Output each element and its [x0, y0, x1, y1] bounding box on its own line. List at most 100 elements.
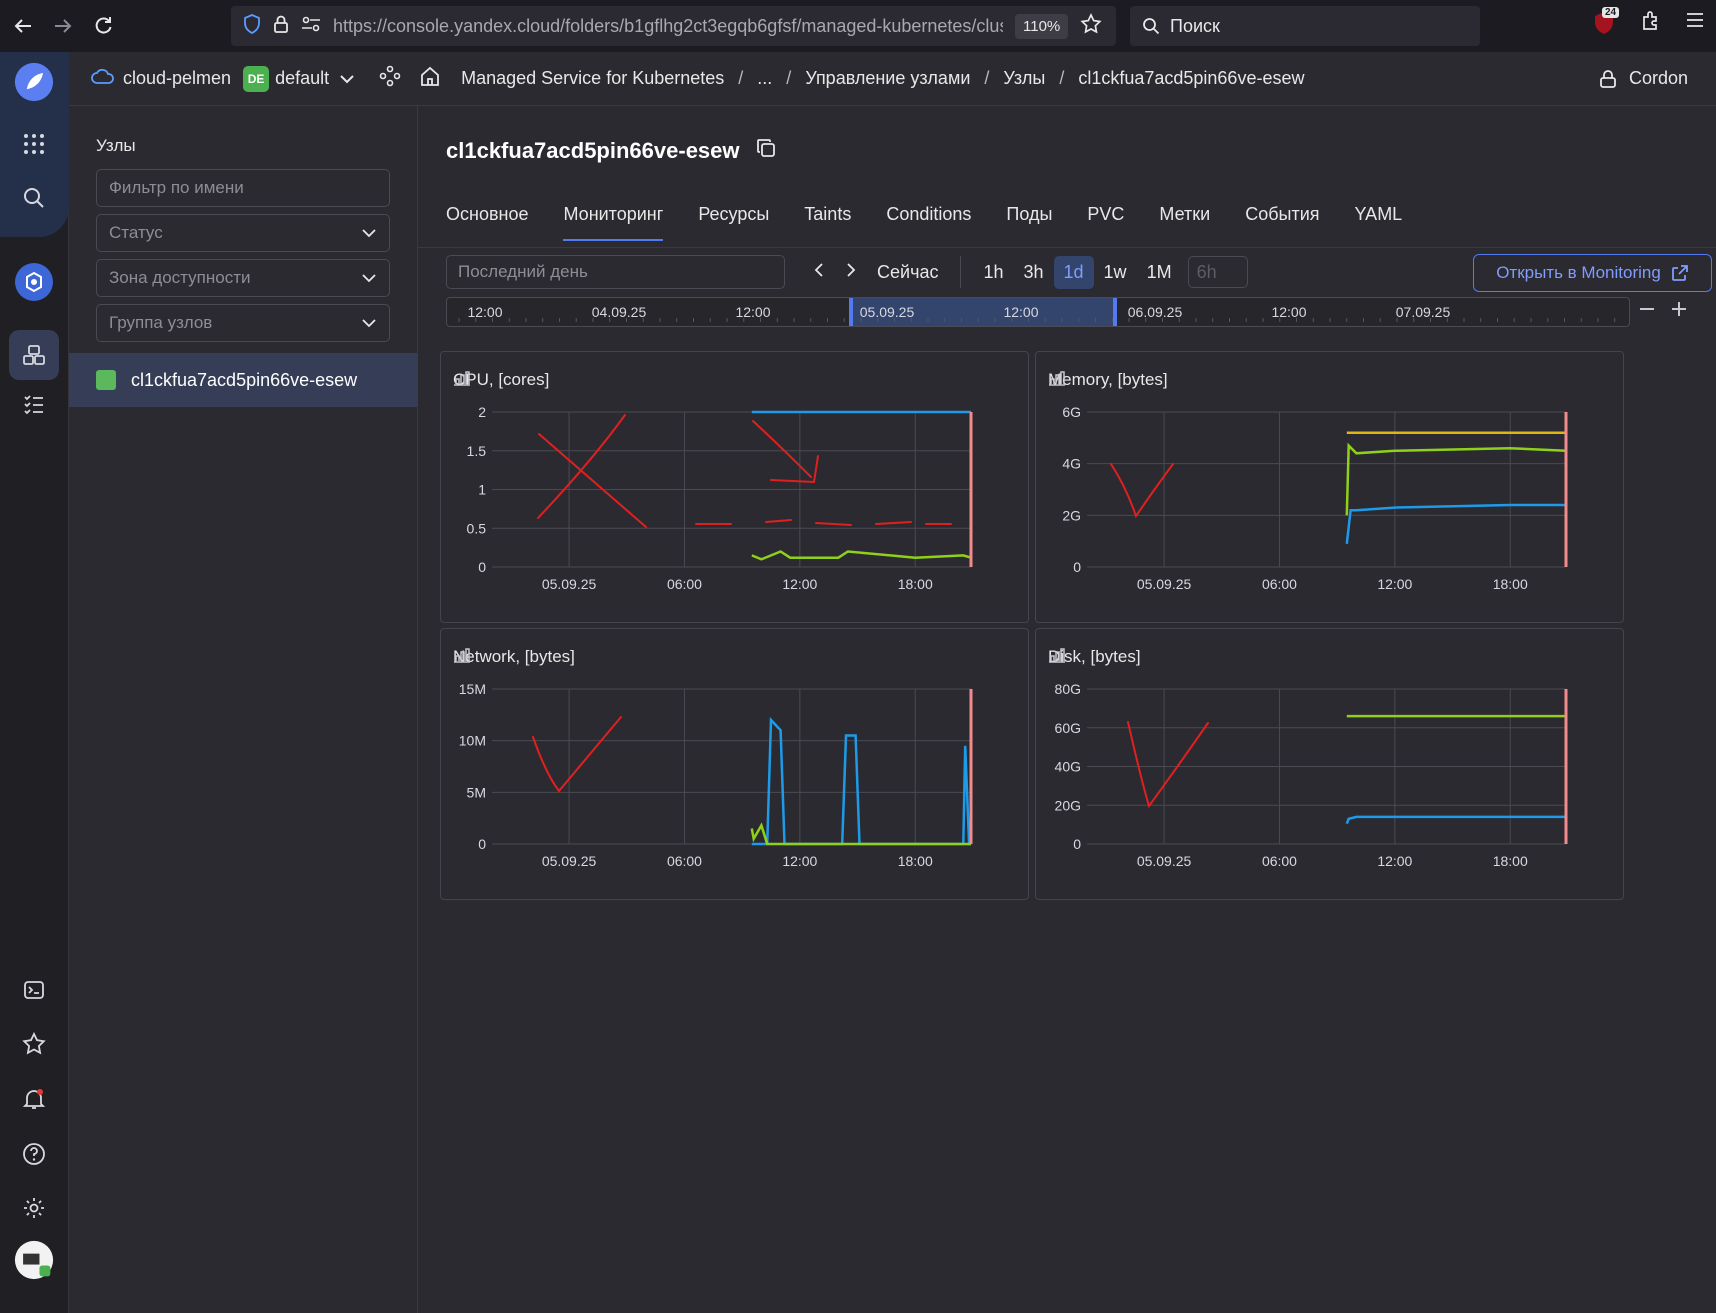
search-icon[interactable]	[14, 178, 54, 218]
bookmark-star-icon[interactable]	[1080, 12, 1102, 40]
network-chart-title: Network, [bytes]	[453, 647, 575, 667]
copy-icon[interactable]	[756, 138, 776, 164]
now-button[interactable]: Сейчас	[867, 256, 948, 289]
zoom-out-icon[interactable]	[1638, 297, 1656, 325]
permissions-icon[interactable]	[301, 15, 321, 38]
extensions-icon[interactable]	[1640, 9, 1662, 36]
lock-icon[interactable]	[273, 14, 289, 39]
cordon-button[interactable]: Cordon	[1599, 68, 1688, 89]
external-link-icon	[1671, 265, 1688, 281]
forward-icon[interactable]	[46, 9, 80, 43]
favorites-star-icon[interactable]	[14, 1024, 54, 1064]
chart-x-tick-label: 05.09.25	[542, 853, 597, 869]
chart-y-tick-label: 2G	[1062, 507, 1081, 523]
kubernetes-service-icon[interactable]	[14, 262, 54, 302]
breadcrumb-ellipsis[interactable]: ...	[757, 68, 772, 89]
breadcrumb-service[interactable]: Managed Service for Kubernetes	[461, 68, 724, 89]
memory-chart-title: Memory, [bytes]	[1048, 370, 1168, 390]
chart-x-tick-label: 06:00	[1262, 853, 1297, 869]
tab-events[interactable]: События	[1245, 204, 1319, 241]
node-title: cl1ckfua7acd5pin66ve-esew	[446, 138, 740, 163]
tab-overview[interactable]: Основное	[446, 204, 528, 241]
status-select[interactable]: Статус	[96, 214, 390, 252]
range-1d-button[interactable]: 1d	[1053, 255, 1094, 289]
services-grid-icon[interactable]	[14, 124, 54, 164]
chevron-right-icon[interactable]	[835, 255, 867, 290]
tab-monitoring[interactable]: Мониторинг	[563, 204, 664, 241]
node-groups-icon[interactable]	[9, 330, 59, 380]
timeline-label: 12:00	[735, 304, 770, 320]
chart-series-line	[751, 716, 971, 846]
tab-pvc[interactable]: PVC	[1087, 204, 1124, 241]
app-rail	[0, 52, 69, 1313]
hand-drawn-annotation	[752, 420, 812, 478]
range-1h-button[interactable]: 1h	[973, 256, 1013, 289]
terminal-icon[interactable]	[14, 970, 54, 1010]
settings-gear-icon[interactable]	[14, 1188, 54, 1228]
time-controls-divider	[960, 256, 962, 288]
tab-labels[interactable]: Метки	[1159, 204, 1210, 241]
shield-icon[interactable]	[243, 13, 261, 39]
hand-drawn-annotation	[815, 522, 852, 526]
disk-chart-title: Disk, [bytes]	[1048, 647, 1141, 667]
chart-x-tick-label: 18:00	[1493, 576, 1528, 592]
chart-y-tick-label: 4G	[1062, 456, 1081, 472]
zone-select[interactable]: Зона доступности	[96, 259, 390, 297]
cloud-name[interactable]: cloud-pelmen	[123, 68, 231, 89]
timeline-navigator[interactable]: 12:00 04.09.25 12:00 05.09.25 12:00 06.09.25 1…	[446, 297, 1630, 327]
folder-name[interactable]: default	[275, 68, 329, 89]
extension-badge: 24	[1602, 6, 1620, 18]
time-range-input[interactable]: Последний день	[446, 255, 785, 289]
tab-taints[interactable]: Taints	[804, 204, 851, 241]
node-list-item[interactable]: cl1ckfua7acd5pin66ve-esew	[69, 353, 418, 407]
notifications-bell-icon[interactable]	[14, 1079, 54, 1119]
zoom-in-icon[interactable]	[1670, 297, 1688, 325]
open-in-monitoring-button[interactable]: Открыть в Monitoring	[1473, 254, 1712, 292]
range-3h-button[interactable]: 3h	[1013, 256, 1053, 289]
url-text[interactable]: https://console.yandex.cloud/folders/b1g…	[333, 16, 1003, 37]
chart-x-tick-label: 06:00	[1262, 576, 1297, 592]
search-icon	[1143, 18, 1160, 35]
tab-pods[interactable]: Поды	[1006, 204, 1052, 241]
ublock-extension-icon[interactable]: 24	[1592, 6, 1620, 36]
disk-chart-svg: 80G 60G 40G 20G 0 05.09.25 06:00 12:00 18:00	[1055, 681, 1568, 869]
chevron-left-icon[interactable]	[803, 255, 835, 290]
nodes-panel: Узлы Фильтр по имени Статус Зона доступн…	[69, 106, 418, 1313]
node-list-item-name: cl1ckfua7acd5pin66ve-esew	[131, 369, 358, 390]
chart-y-tick-label: 10M	[459, 733, 486, 749]
breadcrumb-separator: /	[738, 68, 744, 88]
chart-icon	[454, 371, 470, 386]
chart-x-tick-label: 18:00	[898, 853, 933, 869]
address-bar[interactable]: https://console.yandex.cloud/folders/b1g…	[231, 6, 1116, 46]
custom-range-input[interactable]: 6h	[1187, 256, 1248, 288]
menu-icon[interactable]	[1684, 9, 1706, 36]
browser-actions: 24	[1592, 6, 1706, 36]
operations-list-icon[interactable]	[14, 384, 54, 424]
open-in-monitoring-label: Открыть в Monitoring	[1496, 263, 1661, 282]
hierarchy-icon[interactable]	[379, 65, 401, 92]
breadcrumb-node-management[interactable]: Управление узлами	[805, 68, 970, 89]
back-icon[interactable]	[6, 9, 40, 43]
chart-icon	[454, 648, 470, 663]
browser-search[interactable]: Поиск	[1130, 6, 1480, 46]
zoom-level[interactable]: 110%	[1015, 13, 1069, 39]
tab-conditions[interactable]: Conditions	[886, 204, 971, 241]
help-icon[interactable]	[14, 1134, 54, 1174]
reload-icon[interactable]	[86, 9, 120, 43]
node-group-select[interactable]: Группа узлов	[96, 304, 390, 342]
user-avatar[interactable]	[14, 1240, 54, 1280]
yandex-cloud-logo-icon[interactable]	[14, 62, 54, 102]
filter-placeholder: Фильтр по имени	[109, 178, 244, 197]
chart-y-tick-label: 1	[478, 482, 486, 498]
zone-select-label: Зона доступности	[109, 268, 251, 287]
tab-yaml[interactable]: YAML	[1355, 204, 1403, 241]
node-name-filter-input[interactable]: Фильтр по имени	[96, 169, 390, 207]
timeline-label: 12:00	[1271, 304, 1306, 320]
breadcrumb-nodes[interactable]: Узлы	[1003, 68, 1045, 89]
chart-series-line	[1345, 503, 1566, 544]
home-icon[interactable]	[419, 65, 441, 92]
tab-resources[interactable]: Ресурсы	[698, 204, 769, 241]
range-1m-button[interactable]: 1M	[1137, 256, 1182, 289]
range-1w-button[interactable]: 1w	[1094, 256, 1137, 289]
chevron-down-icon[interactable]	[339, 68, 355, 89]
